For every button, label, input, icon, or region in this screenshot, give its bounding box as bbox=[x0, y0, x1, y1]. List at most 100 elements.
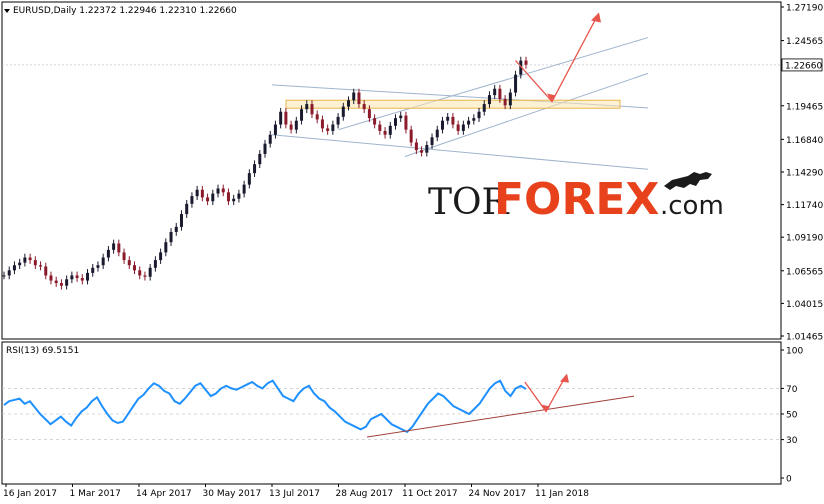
candle-body bbox=[164, 242, 168, 253]
candle-body bbox=[216, 188, 220, 194]
candle-body bbox=[373, 118, 377, 125]
candle-body bbox=[435, 129, 439, 138]
candle-body bbox=[263, 143, 267, 154]
candle-body bbox=[96, 265, 100, 268]
candle-body bbox=[44, 266, 48, 276]
candle-body bbox=[409, 129, 413, 143]
candle-body bbox=[106, 249, 110, 258]
candle-body bbox=[247, 173, 251, 185]
candle-body bbox=[101, 257, 105, 266]
candle-body bbox=[524, 60, 528, 65]
candle-body bbox=[341, 106, 345, 117]
candle-body bbox=[388, 125, 392, 135]
candle-body bbox=[148, 267, 152, 277]
candle-body bbox=[169, 231, 173, 243]
candle-body bbox=[404, 115, 408, 130]
candle-body bbox=[49, 275, 53, 281]
rsi-tick-label: 30 bbox=[786, 436, 798, 446]
candle-body bbox=[258, 153, 262, 165]
candle-body bbox=[446, 116, 450, 121]
candle-body bbox=[503, 98, 507, 106]
candle-body bbox=[347, 100, 351, 107]
candle-body bbox=[117, 243, 121, 253]
main-chart-title: EURUSD,Daily 1.22372 1.22946 1.22310 1.2… bbox=[13, 6, 237, 16]
price-tick-label: 1.16840 bbox=[786, 136, 823, 146]
candle-body bbox=[7, 270, 11, 276]
date-tick-label: 16 Jan 2017 bbox=[3, 489, 57, 499]
candle-body bbox=[253, 164, 257, 174]
candle-body bbox=[461, 124, 465, 131]
candle-body bbox=[326, 128, 330, 131]
candle-body bbox=[75, 275, 79, 279]
candle-body bbox=[487, 95, 491, 105]
candle-body bbox=[305, 104, 309, 110]
candle-body bbox=[127, 260, 131, 266]
candle-body bbox=[91, 267, 95, 273]
candle-body bbox=[399, 115, 403, 119]
candle-body bbox=[12, 265, 16, 271]
price-tick-label: 1.09190 bbox=[786, 234, 823, 244]
candle-body bbox=[18, 262, 22, 266]
candle-body bbox=[28, 257, 32, 261]
candle-body bbox=[320, 119, 324, 129]
candle-body bbox=[279, 111, 283, 125]
price-tick-label: 1.24565 bbox=[786, 37, 823, 47]
candle-body bbox=[273, 124, 277, 135]
candle-body bbox=[133, 265, 136, 271]
candle-body bbox=[289, 124, 293, 130]
candle-body bbox=[482, 104, 486, 112]
candle-body bbox=[112, 243, 116, 250]
candle-body bbox=[294, 120, 298, 130]
candle-body bbox=[33, 260, 37, 266]
candle-body bbox=[425, 144, 429, 153]
candle-body bbox=[367, 109, 371, 119]
rsi-panel bbox=[1, 341, 782, 485]
date-tick-label: 14 Apr 2017 bbox=[136, 489, 192, 499]
candle-body bbox=[159, 252, 163, 261]
candle-body bbox=[357, 92, 361, 105]
watermark-forex: FOREX bbox=[494, 174, 659, 225]
candle-body bbox=[456, 124, 460, 131]
date-tick-label: 28 Aug 2017 bbox=[336, 489, 394, 499]
candle-body bbox=[430, 137, 434, 145]
candle-body bbox=[23, 257, 27, 263]
watermark-com: .com bbox=[660, 191, 724, 221]
candle-body bbox=[206, 197, 210, 202]
candle-body bbox=[514, 74, 518, 93]
candle-body bbox=[221, 188, 225, 193]
candle-body bbox=[467, 120, 471, 125]
date-tick-label: 24 Nov 2017 bbox=[469, 489, 527, 499]
candle-body bbox=[383, 130, 387, 135]
candle-body bbox=[143, 275, 147, 277]
last-price-label: 1.22660 bbox=[785, 61, 822, 71]
candle-body bbox=[315, 114, 319, 120]
candle-body bbox=[300, 109, 304, 121]
support-zone bbox=[285, 99, 621, 109]
date-tick-label: 13 Jul 2017 bbox=[269, 489, 320, 499]
rsi-tick-label: 50 bbox=[786, 411, 798, 421]
price-tick-label: 1.14290 bbox=[786, 168, 823, 178]
candle-body bbox=[80, 278, 84, 281]
candle-body bbox=[362, 104, 366, 110]
price-tick-label: 1.01465 bbox=[786, 333, 823, 343]
rsi-tick-label: 70 bbox=[786, 385, 798, 395]
price-tick-label: 1.19465 bbox=[786, 102, 823, 112]
candle-body bbox=[268, 134, 272, 144]
candle-body bbox=[498, 88, 502, 99]
candle-body bbox=[472, 118, 476, 121]
candle-body bbox=[378, 124, 382, 131]
rsi-tick-label: 100 bbox=[786, 347, 803, 357]
rsi-title: RSI(13) 69.5151 bbox=[6, 346, 79, 356]
candle-body bbox=[331, 124, 335, 131]
candle-body bbox=[2, 275, 6, 277]
candle-body bbox=[54, 280, 58, 284]
candle-body bbox=[195, 189, 199, 197]
candle-body bbox=[352, 92, 356, 101]
candle-body bbox=[232, 198, 236, 202]
candle-body bbox=[226, 192, 230, 202]
price-panel bbox=[1, 1, 782, 340]
candle-body bbox=[39, 265, 43, 267]
date-tick-label: 11 Oct 2017 bbox=[402, 489, 458, 499]
candle-body bbox=[179, 214, 183, 227]
candle-body bbox=[420, 150, 424, 153]
